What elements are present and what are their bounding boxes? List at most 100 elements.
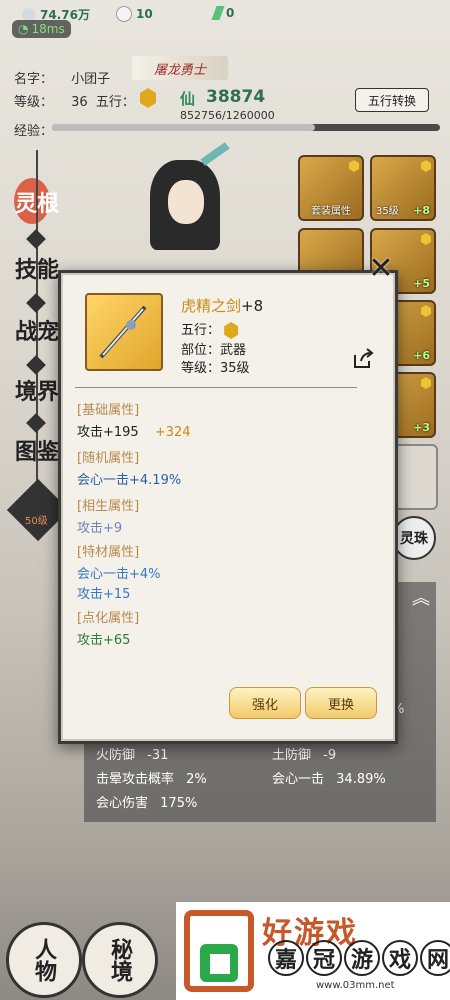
wuxing-switch-button[interactable]: 五行转换 xyxy=(355,88,429,112)
spirit-bead-label: 灵珠 xyxy=(400,531,428,547)
watermark-char: 冠 xyxy=(306,940,342,976)
combat-power: 38874 xyxy=(206,87,266,107)
wuxing-earth-icon xyxy=(224,322,239,339)
exp-label: 经验： xyxy=(14,124,54,139)
face-shape xyxy=(168,180,204,224)
equip-slot-weapon[interactable]: 35级 +8 xyxy=(370,155,436,221)
slot-plus: +5 xyxy=(413,277,430,290)
side-tab-skills[interactable]: 技能 xyxy=(12,248,62,288)
currency-jade[interactable]: 0 xyxy=(211,6,235,20)
watermark-char: 戏 xyxy=(382,940,418,976)
bottom-nav-label: 秘境 xyxy=(107,938,133,982)
side-tab-label: 灵根 xyxy=(14,191,59,217)
stat-label: 会心一击 xyxy=(272,772,325,787)
sword-icon xyxy=(99,305,147,359)
section-title-base: [基础属性] xyxy=(77,403,140,418)
item-level: 等级：35级 xyxy=(181,361,250,376)
latency-value: 18ms xyxy=(31,22,65,36)
bottom-nav-secret-realm[interactable]: 秘境 xyxy=(82,922,158,998)
stat-fire-defense: 火防御 -31 xyxy=(96,744,168,763)
level-row: 等级： 36 五行： xyxy=(14,91,135,110)
gem-icon xyxy=(421,377,431,389)
gem-icon xyxy=(421,160,431,172)
item-part: 部位：武器 xyxy=(181,343,247,358)
equip-slot-armor[interactable]: 套装属性 xyxy=(298,155,364,221)
gem-icon xyxy=(421,305,431,317)
character-name: 小团子 xyxy=(71,72,111,87)
xian-icon: 仙 xyxy=(180,90,196,108)
stat-value: 175% xyxy=(160,796,198,811)
special-crit: 会心一击+4% xyxy=(77,567,161,582)
slot-label: 套装属性 xyxy=(311,206,351,217)
switch-button-label: 五行转换 xyxy=(367,93,416,108)
enhance-button[interactable]: 强化 xyxy=(229,687,301,719)
logo-inner-2 xyxy=(210,954,230,974)
mutual-attack: 攻击+9 xyxy=(77,521,123,536)
item-wuxing-label: 五行： xyxy=(181,323,221,338)
stat-value: 2% xyxy=(186,772,207,787)
stat-label: 土防御 xyxy=(272,748,312,763)
currency-jade-value: 0 xyxy=(226,6,235,20)
share-icon[interactable] xyxy=(351,347,375,371)
item-title: 虎精之剑+8 xyxy=(181,295,263,316)
stat-earth-defense: 土防御 -9 xyxy=(272,744,336,763)
base-attack: 攻击+195 xyxy=(77,425,139,440)
gem-icon xyxy=(421,233,431,245)
watermark-char: 游 xyxy=(344,940,380,976)
exp-text: 852756/1260000 xyxy=(180,109,275,122)
random-crit: 会心一击+4.19% xyxy=(77,473,182,488)
bottom-nav-label: 人物 xyxy=(31,938,57,982)
item-enhance-level: +8 xyxy=(241,297,264,315)
currency-pearl[interactable]: 10 xyxy=(116,6,153,22)
spirit-bead-button[interactable]: 灵珠 xyxy=(392,516,436,560)
watermark-logo xyxy=(184,910,254,992)
hair-ornament xyxy=(200,142,230,166)
watermark: 好游戏 嘉 冠 游 戏 网 www.03mm.net xyxy=(176,902,450,1000)
level-label: 等级： xyxy=(14,95,54,110)
title-banner: 屠龙勇士 xyxy=(132,56,228,80)
stat-crit: 会心一击 34.89% xyxy=(272,768,386,787)
watermark-char: 网 xyxy=(420,940,450,976)
section-title-refine: [点化属性] xyxy=(77,611,140,626)
stat-label: 会心伤害 xyxy=(96,796,149,811)
enhance-button-label: 强化 xyxy=(251,697,278,713)
item-wuxing-row: 五行： xyxy=(181,319,239,339)
stat-value: -31 xyxy=(147,748,169,763)
stat-label: 火防御 xyxy=(96,748,136,763)
base-attack-bonus: +324 xyxy=(154,425,191,440)
close-glyph: ✕ xyxy=(368,251,394,286)
base-attack-row: 攻击+195 +324 xyxy=(77,421,191,440)
latency-indicator: ◔ 18ms xyxy=(12,20,71,38)
watermark-char: 嘉 xyxy=(268,940,304,976)
side-tab-codex[interactable]: 图鉴 xyxy=(12,430,62,470)
collapse-icon[interactable]: ︽ xyxy=(412,584,430,610)
side-tab-realm[interactable]: 境界 xyxy=(12,370,62,410)
item-detail-modal: 虎精之剑+8 五行： 部位：武器 等级：35级 [基础属性] 攻击+195 +3… xyxy=(58,270,398,744)
top-status-bar: 74.76万 10 0 ◔ 18ms xyxy=(0,0,450,42)
stat-stun: 击晕攻击概率 2% xyxy=(96,768,207,787)
close-icon[interactable]: ✕ xyxy=(366,254,396,284)
stat-label: 击晕攻击概率 xyxy=(96,772,175,787)
side-tab-pets[interactable]: 战宠 xyxy=(12,310,62,350)
replace-button[interactable]: 更换 xyxy=(305,687,377,719)
side-tab-label: 战宠 xyxy=(14,319,59,345)
side-tab-linggen[interactable]: 灵根 xyxy=(12,178,62,224)
name-row: 名字： 小团子 xyxy=(14,68,110,87)
slot-level: 35级 xyxy=(376,206,399,217)
section-title-special: [特材属性] xyxy=(77,545,140,560)
bottom-nav-character[interactable]: 人物 xyxy=(6,922,82,998)
pearl-icon xyxy=(116,6,132,22)
replace-button-label: 更换 xyxy=(327,697,354,713)
section-title-mutual: [相生属性] xyxy=(77,499,140,514)
slot-plus: +8 xyxy=(413,204,430,217)
slot-plus: +3 xyxy=(413,421,430,434)
currency-pearl-value: 10 xyxy=(136,7,153,21)
modal-divider xyxy=(75,387,357,388)
item-icon-sword xyxy=(85,293,163,371)
character-title: 屠龙勇士 xyxy=(153,62,206,78)
side-divider xyxy=(26,229,46,249)
exp-bar xyxy=(52,124,440,131)
section-title-random: [随机属性] xyxy=(77,451,140,466)
watermark-chars: 嘉 冠 游 戏 网 xyxy=(268,940,450,976)
side-tab-label: 境界 xyxy=(14,379,59,405)
